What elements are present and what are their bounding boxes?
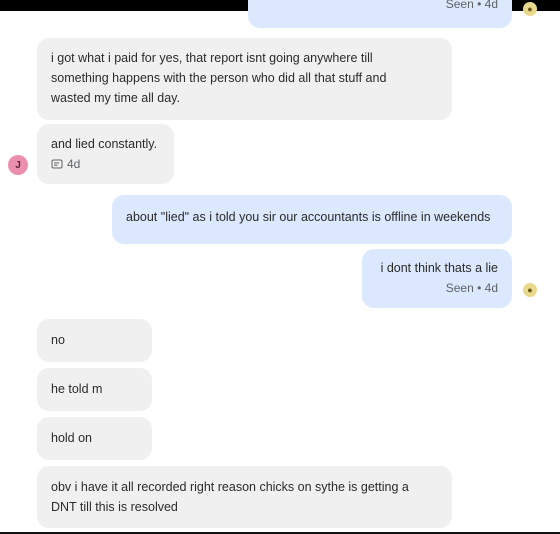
seen-status: Seen • 4d — [445, 0, 498, 11]
message-line: DNT till this is resolved — [51, 500, 178, 514]
message-line: obv i have it all recorded right reason … — [51, 480, 409, 494]
read-receipt-icon — [51, 159, 63, 169]
incoming-message[interactable]: hold on — [37, 417, 152, 460]
outgoing-message[interactable]: about "lied" as i told you sir our accou… — [112, 195, 512, 244]
message-time: 4d — [67, 157, 81, 171]
message-text: i dont think thats a lie — [380, 261, 498, 275]
seen-avatar-icon: ● — [523, 2, 537, 16]
message-text: he told m — [51, 382, 103, 396]
outgoing-message[interactable]: i dont think thats a lie Seen • 4d — [362, 249, 512, 308]
message-text: and lied constantly. — [51, 137, 158, 151]
avatar-initial: J — [15, 159, 21, 171]
message-line: i got what i paid for yes, that report i… — [51, 51, 373, 65]
message-line: wasted my time all day. — [51, 91, 180, 105]
seen-avatar-icon: ● — [523, 283, 537, 297]
outgoing-message-partial[interactable]: Seen • 4d — [248, 0, 512, 28]
message-text: no — [51, 333, 65, 347]
incoming-message[interactable]: no — [37, 319, 152, 362]
message-text: about "lied" as i told you sir our accou… — [126, 210, 491, 224]
message-meta: Seen • 4d — [376, 278, 498, 298]
incoming-message[interactable]: and lied constantly. 4d — [37, 124, 174, 184]
message-text: hold on — [51, 431, 93, 445]
message-meta: 4d — [51, 154, 160, 174]
message-meta: Seen • 4d — [446, 0, 498, 14]
user-avatar[interactable]: J — [8, 155, 28, 175]
incoming-message[interactable]: obv i have it all recorded right reason … — [37, 466, 452, 528]
message-line: something happens with the person who di… — [51, 71, 387, 85]
seen-status: Seen • 4d — [445, 281, 498, 295]
incoming-message[interactable]: he told m — [37, 368, 152, 411]
incoming-message[interactable]: i got what i paid for yes, that report i… — [37, 38, 452, 120]
